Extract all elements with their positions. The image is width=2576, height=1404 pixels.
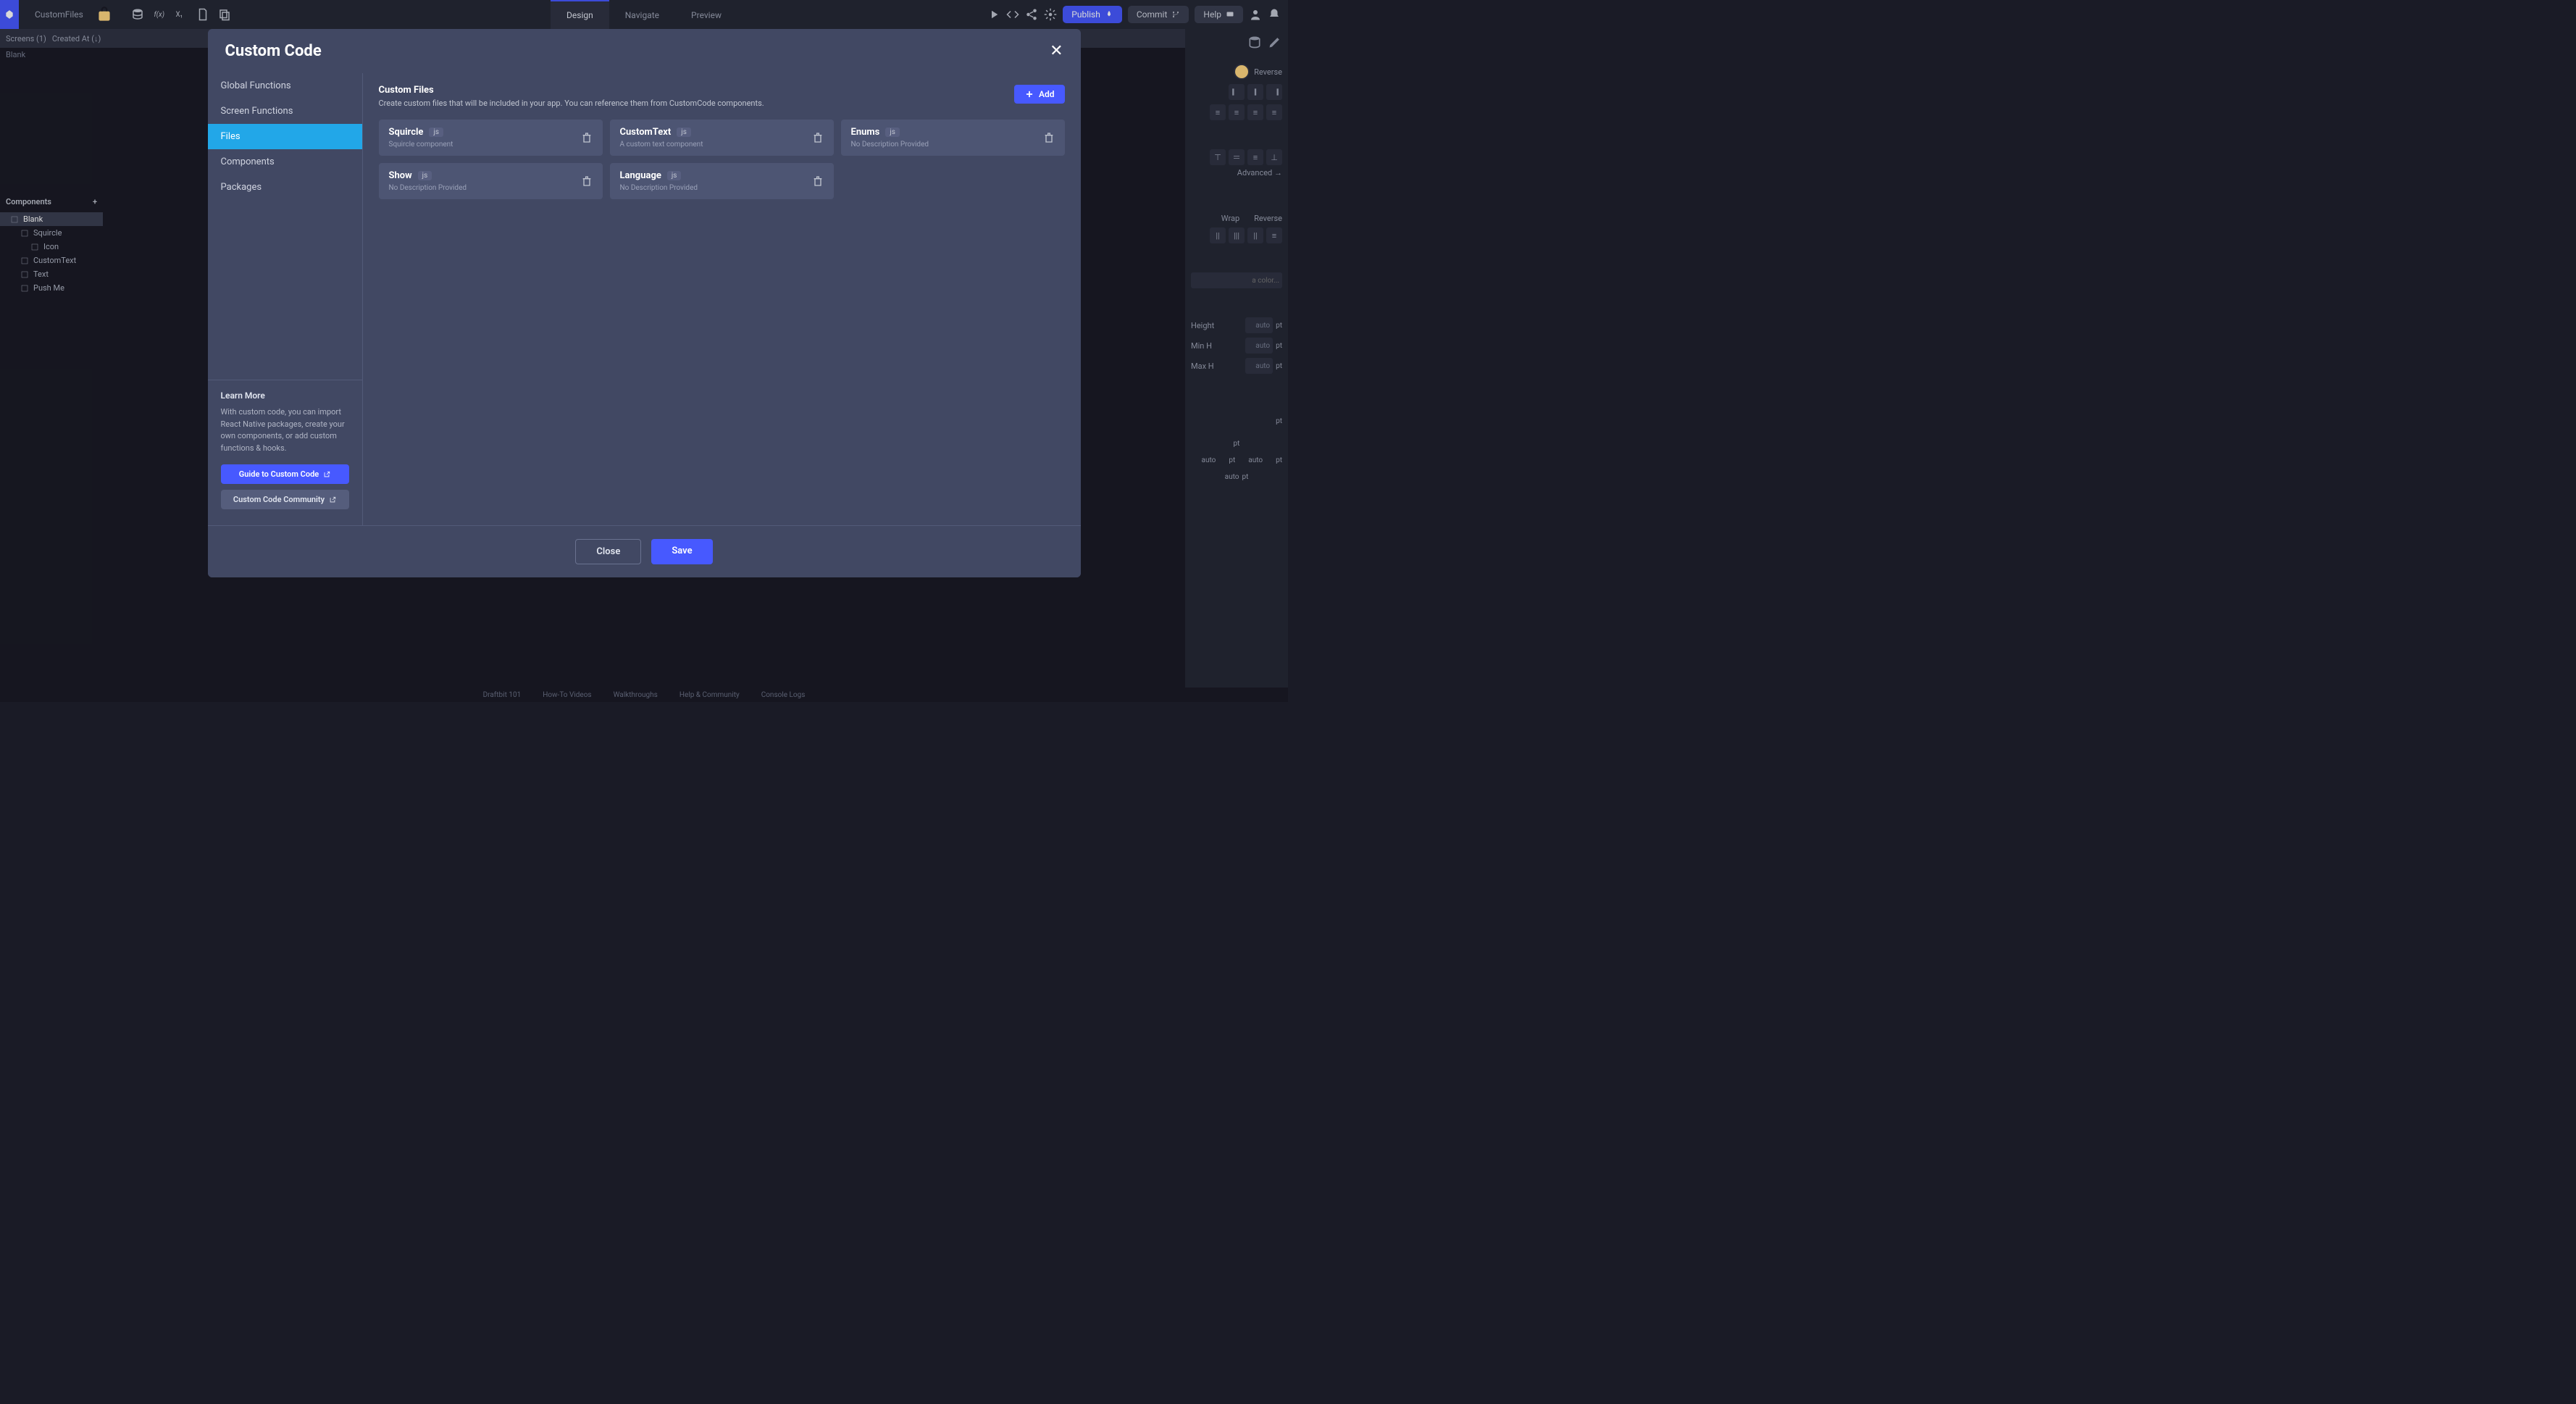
close-button[interactable]: Close (575, 539, 641, 564)
file-description: No Description Provided (389, 184, 467, 192)
file-name: Show (389, 170, 412, 181)
sidebar-components[interactable]: Components (208, 149, 362, 175)
community-button[interactable]: Custom Code Community (221, 490, 349, 509)
plus-icon (1024, 89, 1034, 99)
file-description: A custom text component (620, 141, 703, 149)
file-card[interactable]: Showjs No Description Provided (379, 163, 603, 199)
modal-overlay: Custom Code ✕ Global Functions Screen Fu… (0, 0, 1288, 702)
sidebar-screen-functions[interactable]: Screen Functions (208, 99, 362, 124)
file-name: Squircle (389, 127, 424, 138)
file-name: CustomText (620, 127, 672, 138)
file-ext-badge: js (885, 128, 900, 137)
delete-icon[interactable] (1043, 132, 1055, 143)
file-name: Language (620, 170, 661, 181)
learn-text: With custom code, you can import React N… (221, 406, 349, 454)
file-ext-badge: js (667, 171, 682, 180)
main-description: Create custom files that will be include… (379, 99, 764, 108)
file-ext-badge: js (677, 128, 691, 137)
learn-section: Learn More With custom code, you can imp… (208, 380, 362, 525)
file-grid: Squircle js Squircle component CustomText js… (379, 120, 1065, 199)
modal: Custom Code ✕ Global Functions Screen Fu… (208, 29, 1081, 577)
delete-icon[interactable] (812, 132, 824, 143)
file-ext-badge: js (418, 171, 432, 180)
sidebar-files[interactable]: Files (208, 124, 362, 149)
file-description: No Description Provided (851, 141, 929, 149)
main-title: Custom Files (379, 85, 764, 96)
modal-header: Custom Code ✕ (208, 29, 1081, 73)
file-description: Squircle component (389, 141, 453, 149)
delete-icon[interactable] (581, 175, 593, 187)
modal-body: Global Functions Screen Functions Files … (208, 73, 1081, 525)
delete-icon[interactable] (581, 132, 593, 143)
modal-title: Custom Code (225, 42, 322, 60)
add-label: Add (1039, 89, 1055, 99)
community-label: Custom Code Community (233, 495, 325, 504)
file-card[interactable]: Squircle js Squircle component (379, 120, 603, 156)
save-button[interactable]: Save (651, 539, 712, 564)
file-ext-badge: js (429, 128, 443, 137)
sidebar-packages[interactable]: Packages (208, 175, 362, 200)
add-button[interactable]: Add (1014, 85, 1065, 104)
file-card[interactable]: Language js No Description Provided (610, 163, 834, 199)
external-link-icon (323, 471, 330, 478)
modal-main: Custom Files Create custom files that wi… (363, 73, 1081, 525)
modal-sidebar: Global Functions Screen Functions Files … (208, 73, 363, 525)
main-header: Custom Files Create custom files that wi… (379, 85, 1065, 108)
learn-title: Learn More (221, 390, 349, 401)
modal-close-button[interactable]: ✕ (1050, 42, 1063, 60)
file-card[interactable]: Enumsjs No Description Provided (841, 120, 1065, 156)
guide-label: Guide to Custom Code (239, 469, 319, 479)
external-link-icon (329, 496, 336, 503)
file-card[interactable]: CustomText js A custom text component (610, 120, 834, 156)
delete-icon[interactable] (812, 175, 824, 187)
sidebar-global-functions[interactable]: Global Functions (208, 73, 362, 99)
modal-footer: Close Save (208, 525, 1081, 577)
file-name: Enums (851, 127, 880, 138)
guide-button[interactable]: Guide to Custom Code (221, 464, 349, 484)
file-description: No Description Provided (620, 184, 698, 192)
